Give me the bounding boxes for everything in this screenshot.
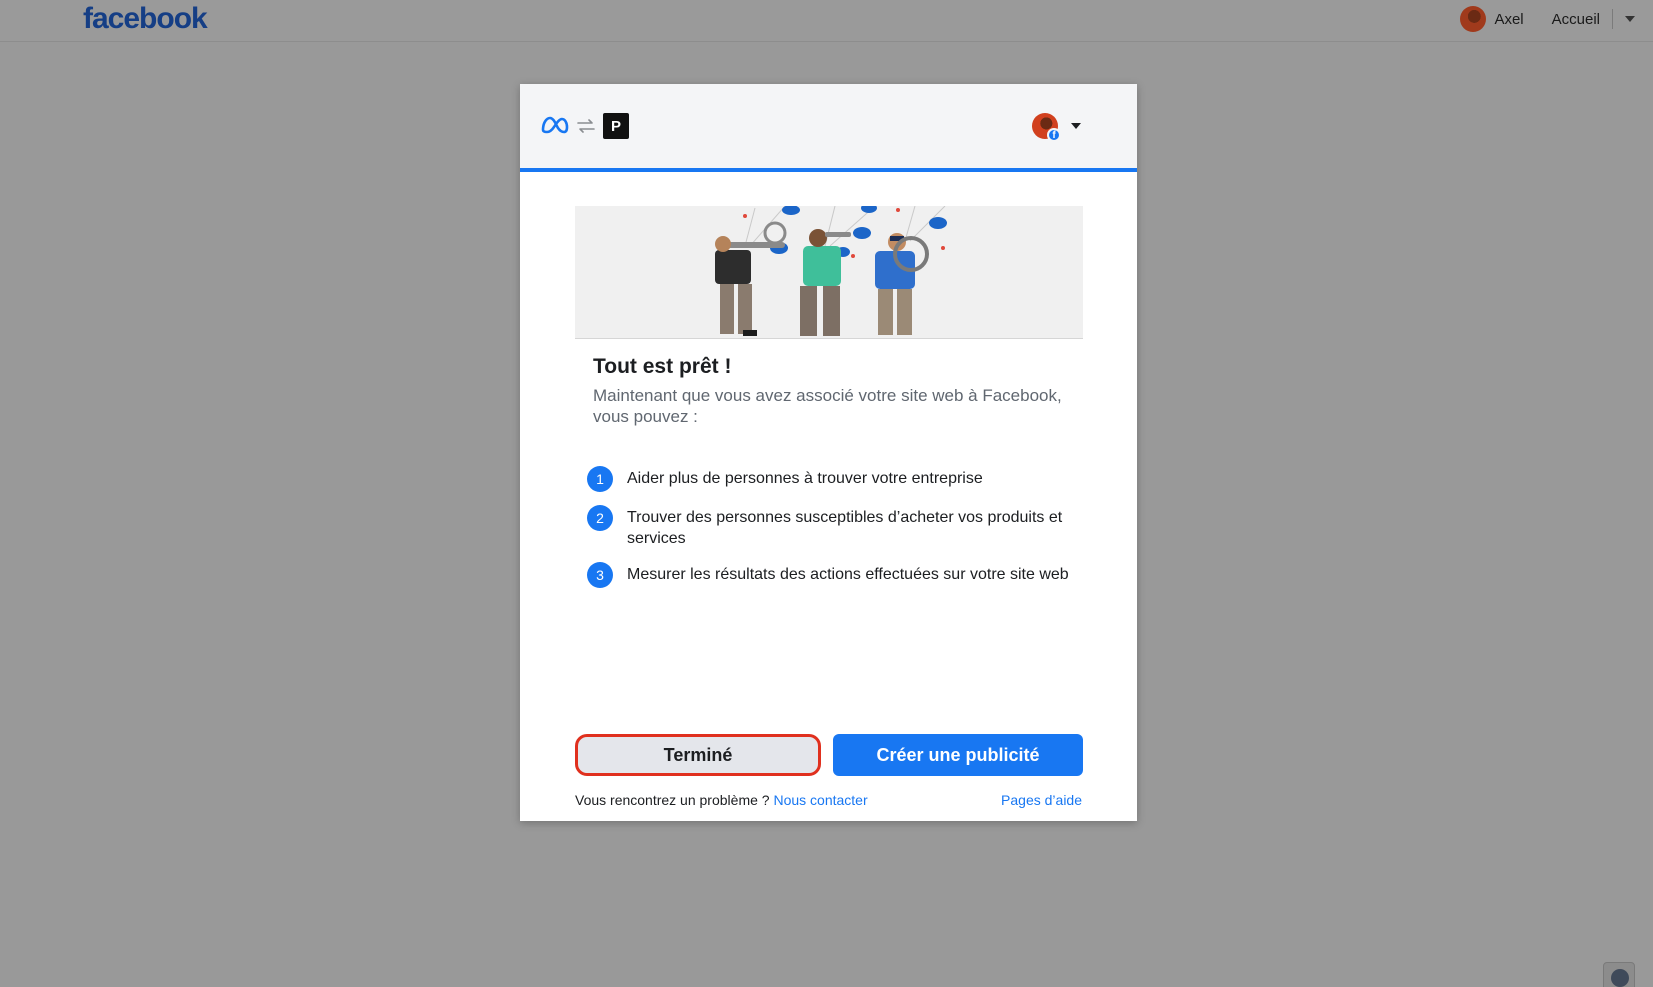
step-number-badge: 1 (587, 466, 613, 492)
list-item: 1 Aider plus de personnes à trouver votr… (587, 464, 1077, 492)
user-name-link[interactable]: Axel (1494, 11, 1523, 28)
dialog-subtitle: Maintenant que vous avez associé votre s… (593, 386, 1062, 426)
partner-p-logo: P (603, 113, 629, 139)
list-item: 2 Trouver des personnes susceptibles d’a… (587, 503, 1077, 549)
user-avatar[interactable] (1460, 6, 1487, 32)
facebook-badge-icon: f (1047, 128, 1061, 142)
top-right-menu: Axel Accueil (1460, 0, 1653, 38)
step-number-badge: 2 (587, 505, 613, 531)
dialog-header: P f (520, 84, 1137, 172)
language-button[interactable] (1603, 962, 1635, 987)
help-pages-link[interactable]: Pages d’aide (1001, 792, 1082, 808)
globe-icon (1611, 969, 1629, 987)
meta-logo-icon (541, 116, 569, 134)
step-text: Trouver des personnes susceptibles d’ach… (627, 509, 1063, 547)
create-ad-button[interactable]: Créer une publicité (833, 734, 1083, 776)
dialog-title: Tout est prêt ! (593, 355, 732, 378)
swap-arrows-icon (577, 119, 595, 133)
home-link[interactable]: Accueil (1552, 11, 1600, 28)
facebook-logo[interactable]: facebook (83, 2, 208, 36)
benefits-list: 1 Aider plus de personnes à trouver votr… (587, 464, 1077, 599)
account-menu-caret-icon[interactable] (1625, 16, 1635, 22)
musicians-illustration-art (715, 206, 947, 336)
nav-divider (1612, 9, 1613, 29)
step-text: Aider plus de personnes à trouver votre … (627, 470, 983, 487)
contact-us-link[interactable]: Nous contacter (773, 792, 867, 808)
list-item: 3 Mesurer les résultats des actions effe… (587, 560, 1077, 588)
support-footer: Vous rencontrez un problème ? Nous conta… (575, 792, 868, 808)
setup-complete-dialog: P f Tout est prêt ! Maintenant que vous … (520, 84, 1137, 821)
musicians-illustration (575, 206, 1083, 339)
step-number-badge: 3 (587, 562, 613, 588)
account-switcher-caret-icon[interactable] (1071, 123, 1081, 129)
top-navigation-bar: facebook Axel Accueil (0, 0, 1653, 42)
problem-text: Vous rencontrez un problème ? (575, 792, 770, 808)
done-button[interactable]: Terminé (575, 734, 821, 776)
step-text: Mesurer les résultats des actions effect… (627, 566, 1069, 583)
